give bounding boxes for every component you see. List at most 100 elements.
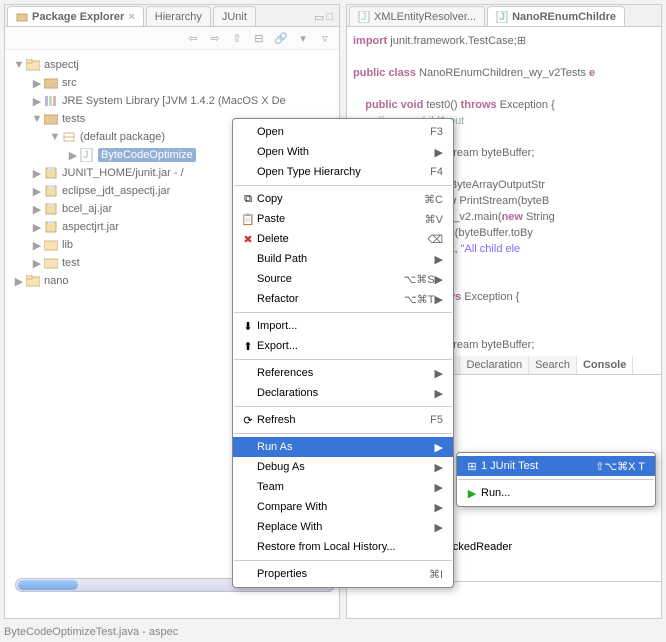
close-icon[interactable]: × (128, 11, 134, 23)
tree-arrow-icon[interactable]: ▶ (31, 185, 43, 198)
menu-item[interactable]: 📋Paste⌘V (233, 209, 453, 229)
explorer-toolbar: ⇦ ⇨ ⇧ ⊟ 🔗 ▾ ▿ (5, 27, 339, 50)
menu-item[interactable]: Declarations▶ (233, 383, 453, 403)
menu-item[interactable]: ⬆Export... (233, 336, 453, 356)
context-menu[interactable]: OpenF3Open With▶Open Type HierarchyF4⧉Co… (232, 118, 454, 588)
menu-item[interactable]: OpenF3 (233, 122, 453, 142)
submenu-arrow-icon: ▶ (435, 461, 443, 474)
menu-item-label: 1 JUnit Test (481, 460, 595, 472)
menu-separator (458, 479, 654, 480)
up-icon[interactable]: ⇧ (229, 30, 245, 46)
view-menu-icon[interactable]: ▿ (317, 30, 333, 46)
menu-item[interactable]: Properties⌘I (233, 564, 453, 584)
tree-item-label: JUNIT_HOME/junit.jar - / (62, 167, 184, 179)
filter-icon[interactable]: ▾ (295, 30, 311, 46)
tree-arrow-icon[interactable]: ▶ (31, 95, 43, 108)
menu-item-label: Run... (481, 487, 645, 499)
tab-junit[interactable]: JUnit (213, 6, 256, 26)
menu-item[interactable]: ⧉Copy⌘C (233, 189, 453, 209)
run-icon: ▶ (463, 487, 481, 500)
tab-package-explorer[interactable]: Package Explorer × (7, 6, 144, 26)
menu-item[interactable]: Open Type HierarchyF4 (233, 162, 453, 182)
tree-arrow-icon[interactable]: ▶ (31, 257, 43, 270)
tree-item-label: bcel_aj.jar (62, 203, 112, 215)
tree-arrow-icon[interactable]: ▼ (49, 131, 61, 143)
folder-icon (43, 239, 59, 251)
menu-item-label: Open (257, 126, 430, 138)
menu-item[interactable]: Team▶ (233, 477, 453, 497)
link-icon[interactable]: 🔗 (273, 30, 289, 46)
tree-arrow-icon[interactable]: ▶ (31, 203, 43, 216)
tree-arrow-icon[interactable]: ▶ (67, 149, 79, 162)
tree-arrow-icon[interactable]: ▶ (31, 167, 43, 180)
menu-item-label: Replace With (257, 521, 435, 533)
menu-item-label: Declarations (257, 387, 435, 399)
forward-icon[interactable]: ⇨ (207, 30, 223, 46)
tree-arrow-icon[interactable]: ▶ (31, 77, 43, 90)
menu-item[interactable]: ✖Delete⌫ (233, 229, 453, 249)
export-icon: ⬆ (239, 340, 257, 353)
submenu-arrow-icon: ▶ (435, 253, 443, 266)
tree-item[interactable]: ▶src (9, 74, 335, 92)
copy-icon: ⧉ (239, 193, 257, 206)
menu-item-label: Delete (257, 233, 427, 245)
menu-shortcut: ⌘I (429, 568, 443, 581)
tab-hierarchy[interactable]: Hierarchy (146, 6, 211, 26)
bottom-tab[interactable]: Search (529, 356, 577, 374)
tree-arrow-icon[interactable]: ▶ (13, 275, 25, 288)
menu-item[interactable]: ⬇Import... (233, 316, 453, 336)
junit-icon: ⊞ (463, 460, 481, 473)
tree-arrow-icon[interactable]: ▶ (31, 221, 43, 234)
tree-arrow-icon[interactable]: ▼ (13, 59, 25, 71)
bottom-tab[interactable]: Declaration (460, 356, 529, 374)
menu-item[interactable]: Restore from Local History... (233, 537, 453, 557)
project-icon (25, 59, 41, 71)
scrollbar-thumb[interactable] (18, 580, 78, 590)
jar-icon (43, 167, 59, 179)
delete-icon: ✖ (239, 233, 257, 246)
menu-item[interactable]: Run As▶ (233, 437, 453, 457)
package-explorer-icon (16, 11, 28, 23)
menu-item[interactable]: Compare With▶ (233, 497, 453, 517)
submenu-arrow-icon: ▶ (435, 441, 443, 454)
jar-icon (43, 203, 59, 215)
menu-item-label: Refactor (257, 293, 404, 305)
menu-item-label: Compare With (257, 501, 435, 513)
maximize-icon[interactable]: □ (326, 11, 333, 24)
menu-item[interactable]: Refactor⌥⌘T▶ (233, 289, 453, 309)
menu-item[interactable]: ▶Run... (457, 483, 655, 503)
menu-item-label: Team (257, 481, 435, 493)
submenu-arrow-icon: ▶ (435, 146, 443, 159)
tab-xml-entity-resolver[interactable]: J XMLEntityResolver... (349, 6, 485, 26)
menu-item-label: Run As (257, 441, 435, 453)
menu-item[interactable]: Debug As▶ (233, 457, 453, 477)
menu-item-label: Open Type Hierarchy (257, 166, 430, 178)
menu-shortcut: ⌘V (425, 213, 443, 226)
collapse-all-icon[interactable]: ⊟ (251, 30, 267, 46)
menu-item[interactable]: ⟳RefreshF5 (233, 410, 453, 430)
menu-item[interactable]: Open With▶ (233, 142, 453, 162)
minimize-icon[interactable]: ▭ (314, 11, 324, 24)
menu-shortcut: F5 (430, 414, 443, 426)
run-as-submenu[interactable]: ⊞1 JUnit Test⇧⌥⌘X T ▶Run... (456, 452, 656, 507)
tree-arrow-icon[interactable]: ▶ (31, 239, 43, 252)
tab-nano-renum-children[interactable]: J NanoREnumChildre (487, 6, 625, 26)
tree-item-label: aspectjrt.jar (62, 221, 119, 233)
java-file-icon: J (79, 148, 95, 162)
menu-item[interactable]: Build Path▶ (233, 249, 453, 269)
menu-item[interactable]: References▶ (233, 363, 453, 383)
menu-item-label: References (257, 367, 435, 379)
library-icon (43, 95, 59, 107)
tree-item[interactable]: ▶JRE System Library [JVM 1.4.2 (MacOS X … (9, 92, 335, 110)
tree-item-label: eclipse_jdt_aspectj.jar (62, 185, 170, 197)
menu-shortcut: ⌥⌘S (404, 273, 435, 286)
import-icon: ⬇ (239, 320, 257, 333)
menu-item[interactable]: Replace With▶ (233, 517, 453, 537)
package-icon (61, 131, 77, 143)
menu-item[interactable]: Source⌥⌘S▶ (233, 269, 453, 289)
menu-item[interactable]: ⊞1 JUnit Test⇧⌥⌘X T (457, 456, 655, 476)
tree-arrow-icon[interactable]: ▼ (31, 113, 43, 125)
bottom-tab[interactable]: Console (577, 356, 633, 374)
back-icon[interactable]: ⇦ (185, 30, 201, 46)
tree-item[interactable]: ▼aspectj (9, 56, 335, 74)
